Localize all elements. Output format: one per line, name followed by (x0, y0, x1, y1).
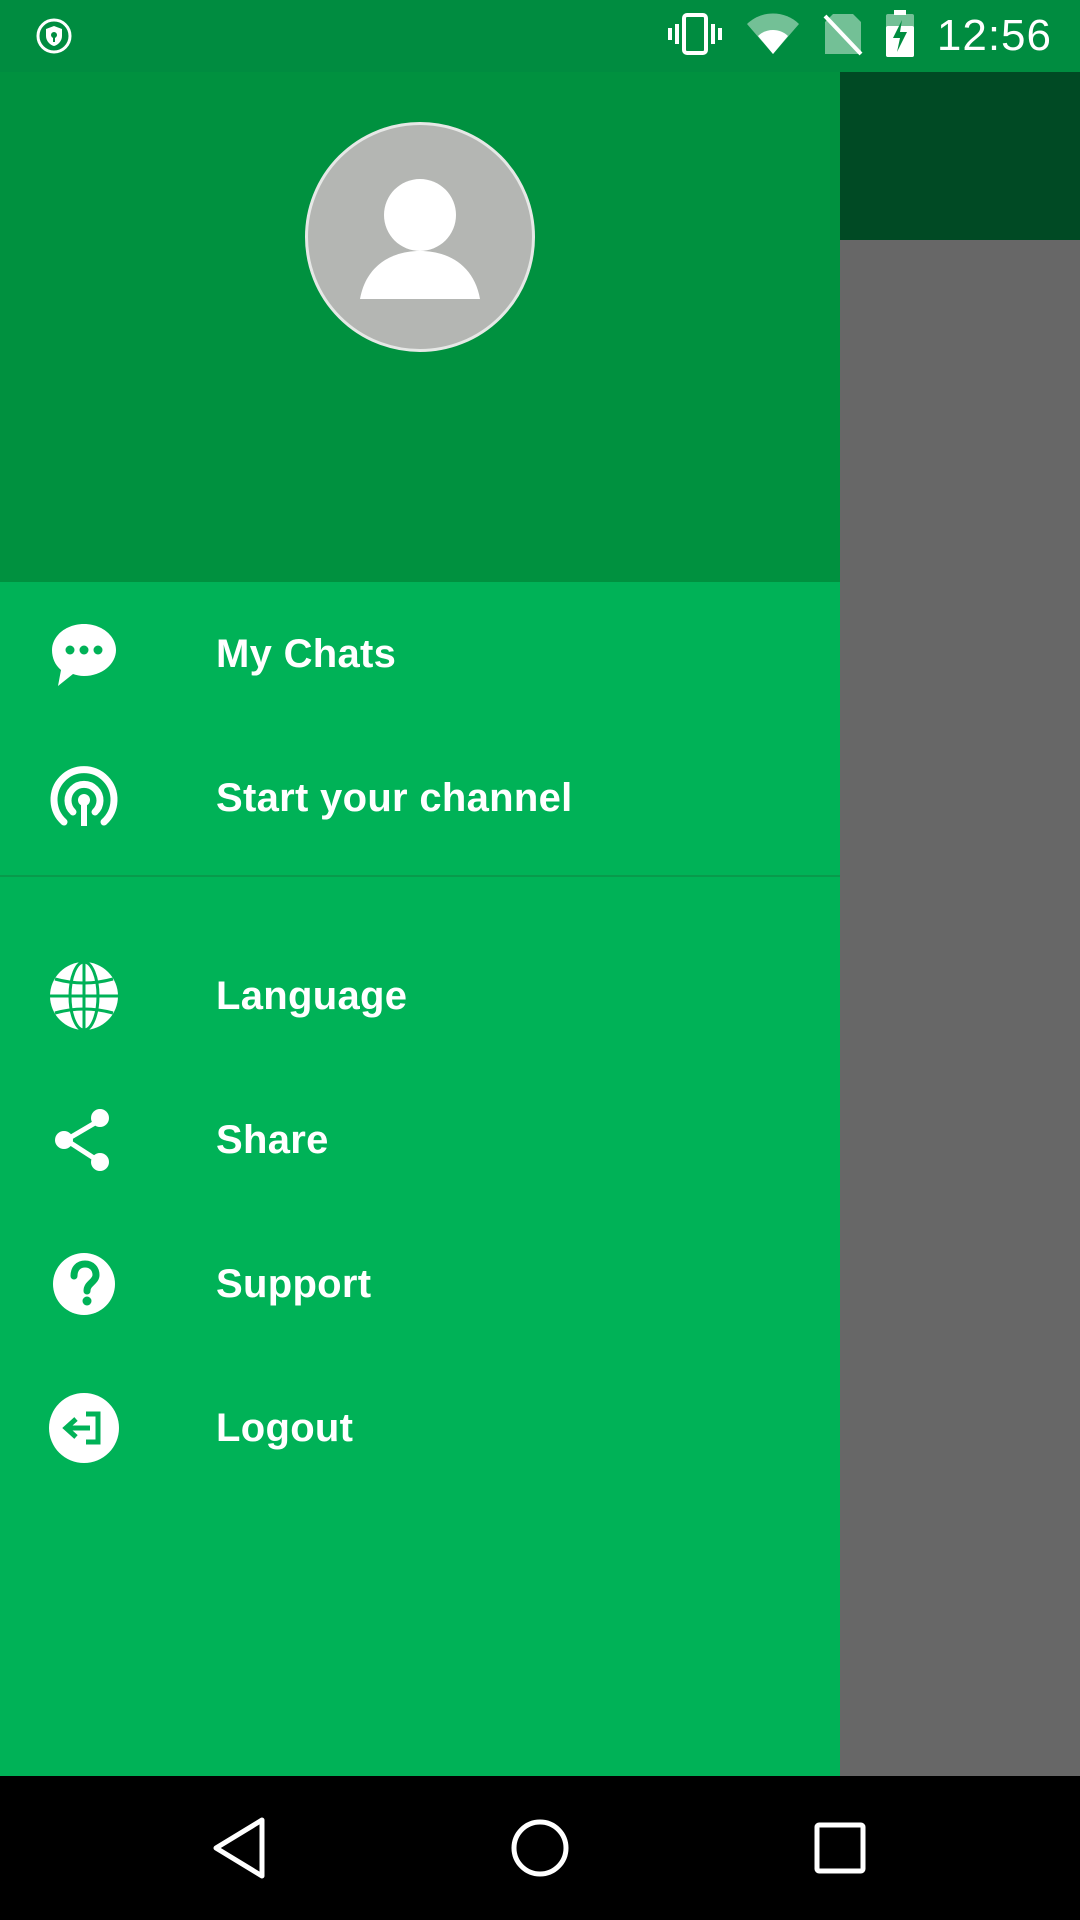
vibrate-icon (667, 12, 723, 61)
navigation-bar (0, 1776, 1080, 1920)
menu-divider (0, 875, 840, 877)
drawer-menu: My Chats Start your channel Language Sha… (0, 582, 840, 1500)
menu-item-label: Share (216, 1117, 329, 1162)
status-bar: 12:56 (0, 0, 1080, 72)
back-icon[interactable] (204, 1812, 276, 1884)
menu-item-support[interactable]: Support (0, 1212, 840, 1356)
menu-item-label: Start your channel (216, 775, 573, 820)
menu-item-label: My Chats (216, 631, 397, 676)
drawer-header (0, 0, 840, 582)
menu-item-label: Support (216, 1261, 372, 1306)
menu-item-label: Language (216, 973, 408, 1018)
help-icon (48, 1248, 120, 1320)
menu-item-my-chats[interactable]: My Chats (0, 582, 840, 726)
status-time: 12:56 (936, 11, 1052, 60)
home-icon[interactable] (504, 1812, 576, 1884)
menu-item-language[interactable]: Language (0, 924, 840, 1068)
broadcast-icon (48, 762, 120, 834)
wifi-icon (745, 12, 801, 61)
shield-icon (36, 18, 72, 54)
avatar[interactable] (305, 122, 535, 352)
menu-item-logout[interactable]: Logout (0, 1356, 840, 1500)
recents-icon[interactable] (804, 1812, 876, 1884)
globe-icon (48, 960, 120, 1032)
no-sim-icon (823, 12, 863, 61)
menu-item-label: Logout (216, 1405, 354, 1450)
share-icon (48, 1104, 120, 1176)
chat-bubble-icon (48, 618, 120, 690)
screen: 12:56 My Chats Start your channel Langua… (0, 0, 1080, 1920)
menu-item-share[interactable]: Share (0, 1068, 840, 1212)
battery-charging-icon (885, 9, 915, 63)
person-icon (360, 179, 480, 299)
logout-icon (48, 1392, 120, 1464)
navigation-drawer: My Chats Start your channel Language Sha… (0, 0, 840, 1776)
menu-item-start-channel[interactable]: Start your channel (0, 726, 840, 870)
